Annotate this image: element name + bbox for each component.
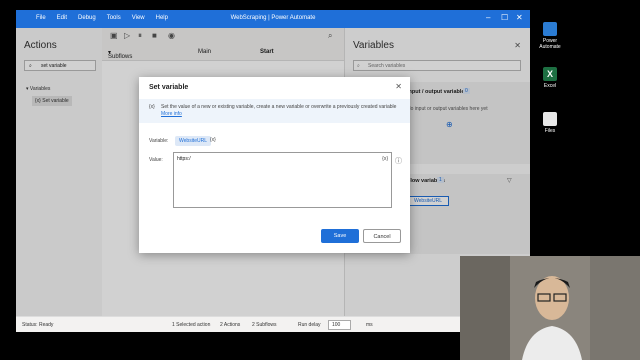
variable-label: Variable: (149, 138, 169, 144)
maximize-icon[interactable]: ☐ (501, 13, 508, 22)
run-delay-label: Run delay (298, 322, 321, 328)
desktop-label: Power Automate (539, 38, 561, 50)
excel-icon: X (543, 67, 557, 81)
title-bar: File Edit Debug Tools View Help WebScrap… (16, 10, 530, 28)
dialog-close-icon[interactable]: ✕ (395, 82, 402, 91)
dialog-title: Set variable (149, 84, 189, 91)
desktop-icon-excel[interactable]: X Excel (534, 67, 566, 89)
value-input[interactable]: https:/ {x} (173, 152, 392, 208)
run-delay-input[interactable]: 100 (328, 320, 352, 330)
files-icon (543, 112, 557, 126)
value-fx-icon[interactable]: {x} (382, 156, 388, 162)
power-automate-icon (543, 22, 557, 36)
desktop-label: Excel (543, 83, 557, 89)
value-text: https:/ (177, 156, 191, 162)
minimize-icon[interactable]: – (486, 13, 490, 22)
close-icon[interactable]: ✕ (516, 13, 523, 22)
dialog-description: {x} Set the value of a new or existing v… (139, 99, 410, 123)
description-text: Set the value of a new or existing varia… (161, 104, 397, 110)
subflows-count: 2 Subflows (252, 322, 277, 328)
run-delay-unit: ms (366, 322, 373, 328)
variable-name-chip[interactable]: WebsiteURL (175, 136, 211, 146)
status-bar: Status: Ready 1 Selected action 2 Action… (16, 316, 530, 332)
desktop-icon-files[interactable]: Files (534, 112, 566, 134)
variable-fx-icon[interactable]: {x} (210, 137, 216, 143)
window-title: WebScraping | Power Automate (230, 15, 316, 21)
desktop-icon-power-automate[interactable]: Power Automate (534, 22, 566, 50)
selected-count: 1 Selected action (172, 322, 211, 328)
actions-count: 2 Actions (220, 322, 241, 328)
presenter-video (522, 276, 582, 360)
info-icon[interactable]: ⓘ (395, 156, 402, 166)
set-variable-dialog: Set variable ✕ {x} Set the value of a ne… (139, 77, 410, 253)
status-text: Status: Ready (22, 322, 54, 328)
value-label: Value: (149, 157, 163, 163)
desktop-label: Files (544, 128, 556, 134)
more-info-link[interactable]: More info (161, 111, 182, 117)
cancel-button[interactable]: Cancel (363, 229, 401, 243)
save-button[interactable]: Save (321, 229, 359, 243)
variable-icon: {x} (149, 104, 155, 110)
description-text-block: Set the value of a new or existing varia… (161, 104, 401, 118)
